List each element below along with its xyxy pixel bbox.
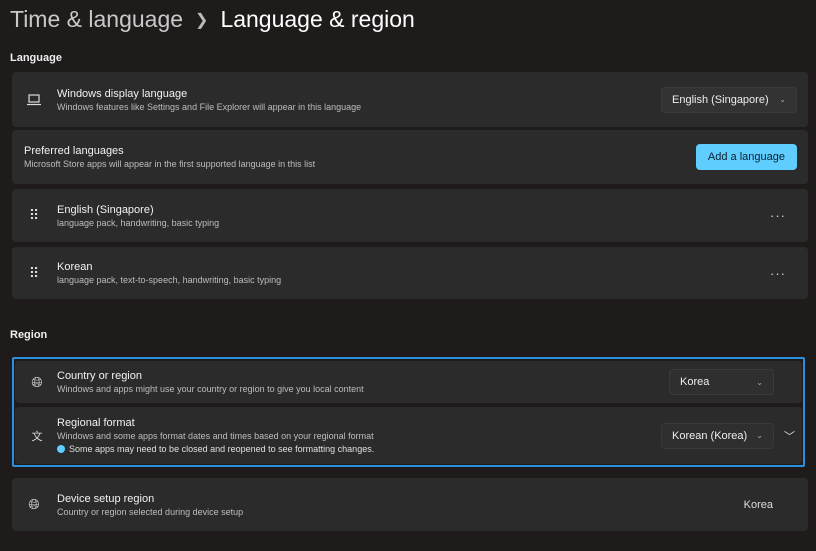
language-item-subtitle: language pack, text-to-speech, handwriti… bbox=[57, 275, 282, 285]
display-language-title: Windows display language bbox=[57, 87, 188, 100]
device-setup-region-value: Korea bbox=[743, 498, 773, 511]
section-language: Language bbox=[10, 52, 62, 64]
device-setup-region-title: Device setup region bbox=[57, 492, 155, 505]
language-item[interactable]: ⠿ Korean language pack, text-to-speech, h… bbox=[12, 247, 808, 299]
section-region: Region bbox=[10, 329, 48, 341]
language-item-subtitle: language pack, handwriting, basic typing bbox=[57, 217, 220, 228]
device-setup-region-subtitle: Country or region selected during device… bbox=[57, 506, 244, 517]
display-language-dropdown[interactable]: English (Singapore) ⌄ bbox=[661, 86, 797, 113]
chevron-right-icon: ❯ bbox=[195, 11, 209, 29]
device-setup-region-card: 🌐︎ Device setup region Country or region … bbox=[12, 478, 808, 531]
display-language-subtitle: Windows features like Settings and File … bbox=[57, 101, 362, 112]
language-item-title: English (Singapore) bbox=[57, 203, 154, 216]
drag-handle-icon[interactable]: ⠿ bbox=[26, 265, 42, 281]
globe-device-icon: 🌐︎ bbox=[28, 496, 40, 512]
page-title: Language & region bbox=[220, 6, 415, 32]
more-options-icon[interactable]: ··· bbox=[770, 266, 786, 281]
selection-highlight bbox=[12, 357, 805, 467]
breadcrumb-parent[interactable]: Time & language bbox=[10, 6, 183, 33]
preferred-languages-subtitle: Microsoft Store apps will appear in the … bbox=[24, 159, 316, 169]
language-item-title: Korean bbox=[57, 261, 93, 273]
language-item[interactable]: ⠿ English (Singapore) language pack, hand… bbox=[12, 189, 808, 242]
chevron-down-icon: ⌄ bbox=[779, 95, 786, 104]
display-language-card: Windows display language Windows features… bbox=[12, 72, 808, 127]
more-options-icon[interactable]: ··· bbox=[770, 208, 786, 223]
display-language-value: English (Singapore) bbox=[672, 93, 769, 106]
drag-handle-icon[interactable]: ⠿ bbox=[26, 207, 42, 224]
laptop-icon bbox=[26, 92, 42, 108]
preferred-languages-title: Preferred languages bbox=[24, 145, 124, 157]
add-language-button[interactable]: Add a language bbox=[695, 144, 797, 170]
preferred-languages-card: Preferred languages Microsoft Store apps … bbox=[12, 130, 808, 184]
breadcrumb: Time & language ❯ Language & region bbox=[10, 6, 415, 33]
